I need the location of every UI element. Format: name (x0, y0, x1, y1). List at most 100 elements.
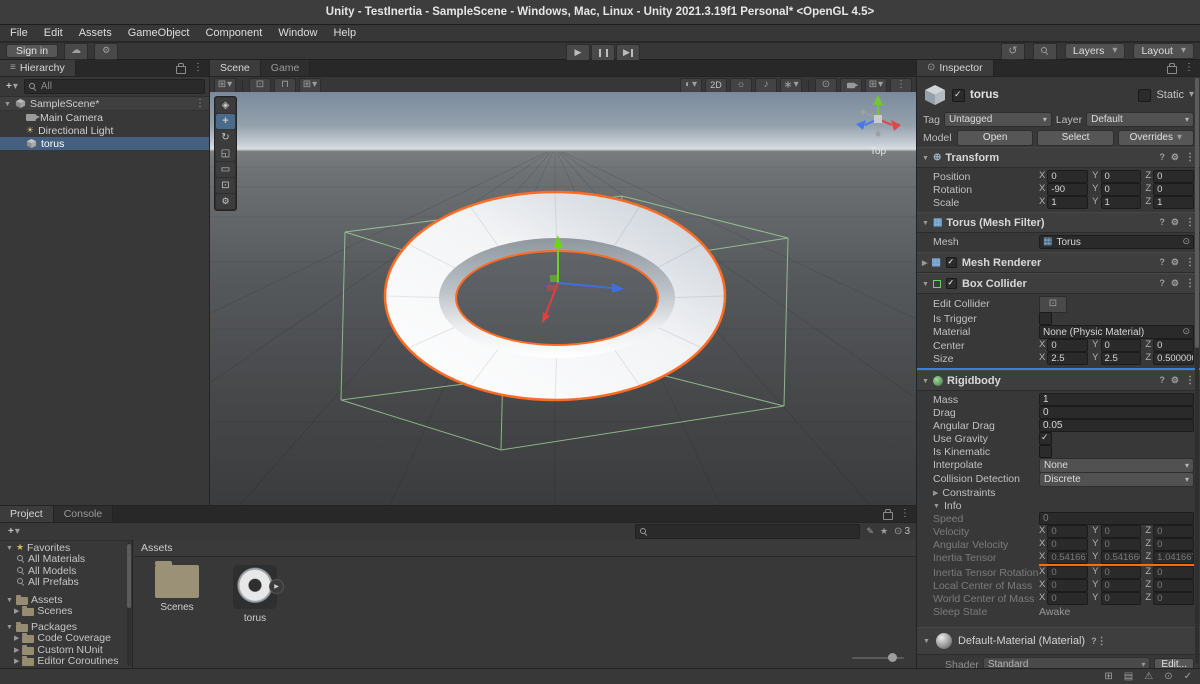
layers-dropdown[interactable]: Layers (1064, 43, 1126, 59)
rect-tool-button[interactable] (216, 162, 235, 177)
active-checkbox[interactable] (952, 88, 965, 102)
preset-icon[interactable] (1171, 218, 1179, 228)
rotation-z-field[interactable]: 0 (1153, 183, 1194, 196)
model-open-button[interactable]: Open (957, 129, 1034, 146)
material-header[interactable]: Default-Material (Material) (917, 627, 1200, 655)
panel-menu-icon[interactable] (193, 63, 203, 73)
is-kinematic-checkbox[interactable] (1039, 445, 1052, 458)
foldout-open-icon[interactable] (922, 376, 929, 386)
grid-snap-toggle[interactable] (299, 77, 321, 93)
project-tree-scrollbar[interactable] (127, 542, 131, 666)
panel-menu-icon[interactable] (1184, 63, 1194, 73)
scene-visibility-toggle[interactable] (815, 77, 837, 93)
scale-y-field[interactable]: 1 (1100, 196, 1142, 209)
assets-root[interactable]: Assets (0, 594, 132, 606)
scene-viewport[interactable]: Top (210, 92, 916, 505)
foldout-closed-icon[interactable] (922, 258, 927, 268)
create-asset-button[interactable] (6, 527, 22, 537)
layout-dropdown[interactable]: Layout (1133, 43, 1194, 59)
package-editor-coroutines[interactable]: Editor Coroutines (0, 655, 132, 667)
play-button[interactable] (566, 44, 590, 61)
model-select-button[interactable]: Select (1037, 129, 1114, 146)
transform-header[interactable]: Transform (917, 147, 1200, 168)
box-collider-enabled-checkbox[interactable] (945, 277, 957, 290)
drag-field[interactable]: 0 (1039, 406, 1194, 419)
custom-tools-button[interactable] (216, 194, 235, 209)
foldout-open-icon[interactable] (922, 218, 929, 228)
menu-help[interactable]: Help (325, 25, 364, 41)
scene-orientation-gizmo[interactable]: Top (856, 95, 901, 157)
cloud-services-button[interactable] (64, 42, 89, 60)
box-collider-header[interactable]: Box Collider (917, 273, 1200, 294)
thumbnail-size-slider[interactable] (852, 653, 904, 663)
interpolate-dropdown[interactable]: None (1039, 457, 1194, 473)
step-button[interactable] (616, 44, 640, 61)
mesh-filter-header[interactable]: Torus (Mesh Filter) (917, 212, 1200, 233)
tab-console[interactable]: Console (53, 506, 114, 522)
mesh-object-field[interactable]: Torus (1039, 235, 1194, 249)
help-icon[interactable] (1159, 279, 1165, 289)
preset-icon[interactable] (1171, 258, 1179, 268)
view-orientation-label[interactable]: Top (870, 146, 887, 157)
scale-x-field[interactable]: 1 (1047, 196, 1089, 209)
hierarchy-item-torus[interactable]: torus (0, 137, 209, 150)
collision-detection-dropdown[interactable]: Discrete (1039, 471, 1194, 487)
rotate-tool-button[interactable] (216, 130, 235, 145)
kebab-icon[interactable] (1185, 279, 1195, 289)
preset-icon[interactable] (1171, 376, 1179, 386)
rotation-x-field[interactable]: -90 (1047, 183, 1089, 196)
gameobject-name-field[interactable]: torus (970, 89, 1133, 101)
info-foldout[interactable]: Info (917, 499, 1200, 512)
package-code-coverage[interactable]: Code Coverage (0, 632, 132, 644)
tab-game[interactable]: Game (260, 60, 311, 76)
static-dropdown-icon[interactable] (1189, 90, 1194, 100)
search-by-type-icon[interactable] (866, 527, 874, 537)
size-y-field[interactable]: 2.5 (1100, 352, 1142, 365)
snap-toggle[interactable]: ⊓ (274, 77, 296, 93)
hidden-packages-toggle[interactable]: 3 (894, 526, 910, 537)
menu-edit[interactable]: Edit (36, 25, 71, 41)
center-z-field[interactable]: 0 (1153, 339, 1194, 352)
menu-window[interactable]: Window (270, 25, 325, 41)
favorite-all-models[interactable]: All Models (0, 565, 132, 577)
hierarchy-item-directional-light[interactable]: Directional Light (0, 124, 209, 137)
mesh-renderer-enabled-checkbox[interactable] (945, 256, 957, 269)
slider-knob[interactable] (888, 653, 897, 662)
package-manager-icon[interactable] (1104, 672, 1112, 682)
asset-item-torus[interactable]: torus (222, 565, 288, 624)
menu-assets[interactable]: Assets (71, 25, 120, 41)
pivot-toggle[interactable] (249, 77, 271, 93)
search-by-label-icon[interactable] (880, 527, 888, 537)
scale-z-field[interactable]: 1 (1153, 196, 1194, 209)
activity-icon[interactable] (1164, 672, 1172, 682)
menu-gameobject[interactable]: GameObject (120, 25, 198, 41)
center-y-field[interactable]: 0 (1100, 339, 1142, 352)
size-z-field[interactable]: 0.5000001 (1153, 352, 1194, 365)
rigidbody-header[interactable]: Rigidbody (917, 370, 1200, 391)
shader-dropdown[interactable]: Standard (982, 657, 1151, 668)
lock-icon[interactable] (1167, 62, 1177, 74)
position-x-field[interactable]: 0 (1047, 170, 1089, 183)
inspector-scrollbar[interactable] (1195, 78, 1199, 664)
create-button[interactable] (4, 82, 20, 92)
shader-edit-button[interactable]: Edit... (1154, 658, 1194, 668)
lock-icon[interactable] (883, 508, 893, 520)
tab-scene[interactable]: Scene (210, 60, 261, 76)
layer-dropdown[interactable]: Default (1086, 112, 1195, 127)
global-search-button[interactable] (1032, 42, 1057, 60)
angular-drag-field[interactable]: 0.05 (1039, 419, 1194, 432)
torus-object[interactable] (383, 190, 727, 402)
assets-scenes-folder[interactable]: Scenes (0, 605, 132, 617)
tool-settings-dropdown[interactable] (214, 77, 236, 93)
center-x-field[interactable]: 0 (1047, 339, 1089, 352)
transform-tool-button[interactable] (216, 178, 235, 193)
undo-history-button[interactable] (1000, 42, 1025, 60)
kebab-icon[interactable] (1185, 218, 1195, 228)
use-gravity-checkbox[interactable] (1039, 432, 1052, 445)
kebab-icon[interactable] (1185, 376, 1195, 386)
menu-component[interactable]: Component (197, 25, 270, 41)
position-z-field[interactable]: 0 (1153, 170, 1194, 183)
expand-model-icon[interactable] (269, 579, 284, 594)
physic-material-field[interactable]: None (Physic Material) (1039, 325, 1194, 339)
packages-root[interactable]: Packages (0, 621, 132, 633)
